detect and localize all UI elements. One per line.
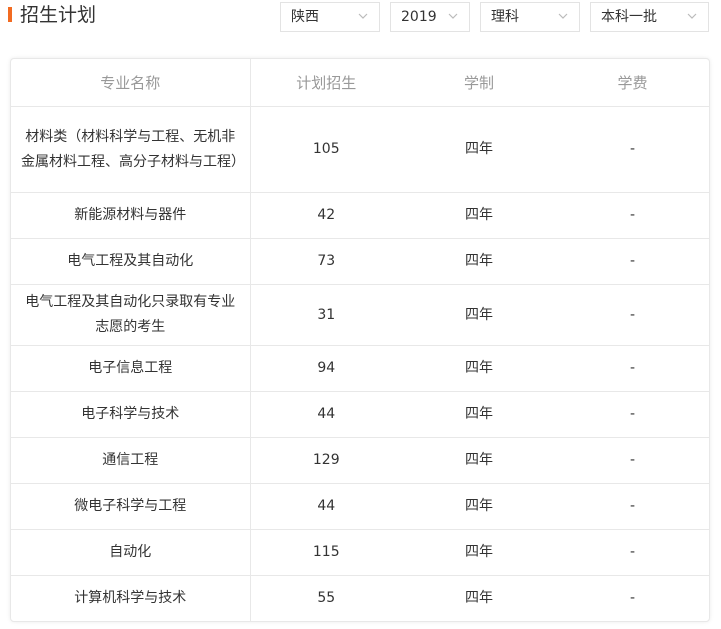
study-years: 四年 <box>402 345 556 392</box>
table-row: 电气工程及其自动化 73 四年 - <box>11 238 709 285</box>
batch-select[interactable]: 本科一批 <box>590 2 709 32</box>
column-header-tuition: 学费 <box>556 59 709 107</box>
plan-count: 94 <box>250 345 402 392</box>
tuition-fee: - <box>556 238 709 285</box>
chevron-down-icon <box>358 13 368 19</box>
study-years: 四年 <box>402 483 556 530</box>
major-name: 通信工程 <box>11 437 251 484</box>
batch-select-value: 本科一批 <box>601 9 657 25</box>
table-row: 计算机科学与技术 55 四年 - <box>11 575 709 621</box>
column-header-plan: 计划招生 <box>250 59 402 107</box>
study-years: 四年 <box>402 192 556 239</box>
major-name: 电子信息工程 <box>11 345 251 392</box>
column-header-duration: 学制 <box>402 59 556 107</box>
category-select-value: 理科 <box>491 9 519 25</box>
tuition-fee: - <box>556 345 709 392</box>
table-row: 电子科学与技术 44 四年 - <box>11 391 709 438</box>
major-name: 电子科学与技术 <box>11 391 251 438</box>
table-row: 自动化 115 四年 - <box>11 529 709 576</box>
chevron-down-icon <box>448 13 458 19</box>
page-title: 招生计划 <box>20 4 97 26</box>
major-name: 计算机科学与技术 <box>11 575 251 621</box>
year-select-value: 2019 <box>401 9 437 25</box>
enrollment-plan-table: 专业名称 计划招生 学制 学费 材料类（材料科学与工程、无机非金属材料工程、高分… <box>10 58 710 622</box>
study-years: 四年 <box>402 575 556 621</box>
major-name: 微电子科学与工程 <box>11 483 251 530</box>
province-select[interactable]: 陕西 <box>280 2 380 32</box>
tuition-fee: - <box>556 529 709 576</box>
table-row: 新能源材料与器件 42 四年 - <box>11 192 709 239</box>
study-years: 四年 <box>402 529 556 576</box>
study-years: 四年 <box>402 437 556 484</box>
plan-count: 31 <box>250 284 402 346</box>
study-years: 四年 <box>402 238 556 285</box>
plan-count: 44 <box>250 483 402 530</box>
major-name: 电气工程及其自动化 <box>11 238 251 285</box>
title-accent-bar <box>8 7 12 22</box>
tuition-fee: - <box>629 141 636 157</box>
study-years: 四年 <box>402 391 556 438</box>
table-row: 材料类（材料科学与工程、无机非金属材料工程、高分子材料与工程） 105 四年 - <box>11 106 709 193</box>
plan-count: 44 <box>250 391 402 438</box>
tuition-fee: - <box>556 483 709 530</box>
tuition-fee: - <box>556 192 709 239</box>
plan-count: 105 <box>312 141 340 157</box>
plan-count: 115 <box>250 529 402 576</box>
year-select[interactable]: 2019 <box>390 2 470 32</box>
chevron-down-icon <box>558 13 568 19</box>
table-row: 电气工程及其自动化只录取有专业志愿的考生 31 四年 - <box>11 284 709 346</box>
study-years: 四年 <box>465 141 493 157</box>
plan-count: 129 <box>250 437 402 484</box>
province-select-value: 陕西 <box>291 9 319 25</box>
plan-count: 55 <box>250 575 402 621</box>
category-select[interactable]: 理科 <box>480 2 580 32</box>
major-name: 电气工程及其自动化只录取有专业志愿的考生 <box>11 284 251 346</box>
major-name: 材料类（材料科学与工程、无机非金属材料工程、高分子材料与工程） <box>11 106 251 193</box>
table-row: 微电子科学与工程 44 四年 - <box>11 483 709 530</box>
table-header-row: 专业名称 计划招生 学制 学费 <box>11 59 709 107</box>
plan-count: 73 <box>250 238 402 285</box>
tuition-fee: - <box>556 437 709 484</box>
major-name: 新能源材料与器件 <box>11 192 251 239</box>
tuition-fee: - <box>556 391 709 438</box>
table-row: 电子信息工程 94 四年 - <box>11 345 709 392</box>
table-row: 通信工程 129 四年 - <box>11 437 709 484</box>
chevron-down-icon <box>687 13 697 19</box>
tuition-fee: - <box>556 575 709 621</box>
major-name: 自动化 <box>11 529 251 576</box>
tuition-fee: - <box>556 284 709 346</box>
plan-count: 42 <box>250 192 402 239</box>
study-years: 四年 <box>402 284 556 346</box>
column-header-major: 专业名称 <box>11 59 251 107</box>
